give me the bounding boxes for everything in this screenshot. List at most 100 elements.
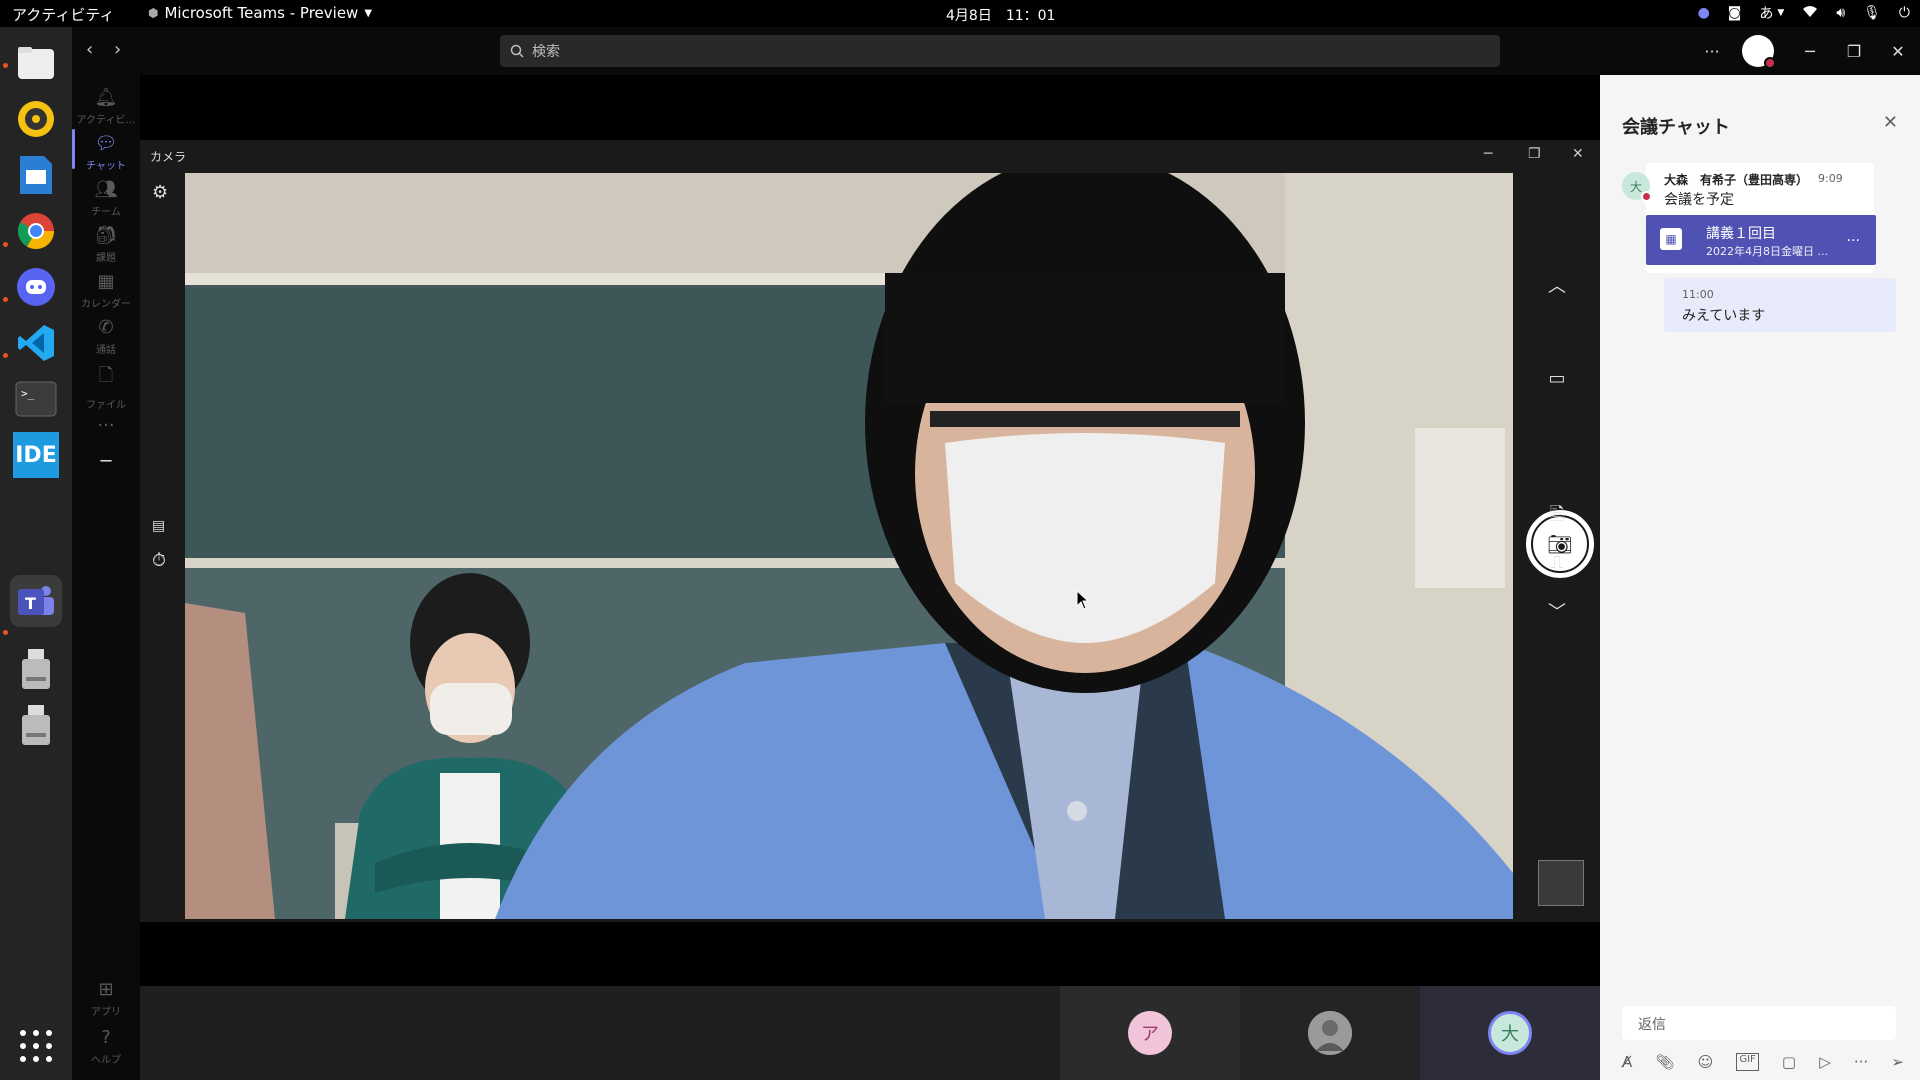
clock[interactable]: 4月8日 11：01 xyxy=(946,5,1055,25)
close-icon[interactable]: ✕ xyxy=(1876,42,1920,61)
impress-app-icon[interactable] xyxy=(10,149,62,201)
rhythmbox-app-icon[interactable] xyxy=(10,93,62,145)
rail-item-files[interactable]: 🗋︎ ファイル xyxy=(72,363,140,411)
discord-tray-icon[interactable]: ◙ xyxy=(1728,5,1742,21)
chevron-down-icon: ▼ xyxy=(1777,8,1785,18)
gear-icon[interactable]: ⚙ xyxy=(152,182,168,203)
chevron-up-icon[interactable]: ︿ xyxy=(1514,272,1600,298)
rail-item-teams[interactable]: 👥︎ チーム xyxy=(72,179,140,218)
rail-item-apps[interactable]: ⊞ アプリ xyxy=(72,979,140,1018)
rail-more-button[interactable]: ··· xyxy=(72,415,140,436)
hdr-icon[interactable]: ▤ xyxy=(152,518,165,534)
sticker-icon[interactable]: ▢ xyxy=(1782,1053,1796,1071)
participant-tile-self[interactable]: 大 xyxy=(1420,986,1600,1080)
show-applications-button[interactable] xyxy=(20,1030,52,1062)
rail-item-calls[interactable]: ✆ 通話 xyxy=(72,317,140,356)
more-options-icon[interactable]: ··· xyxy=(1854,1053,1868,1071)
search-input[interactable]: 検索 xyxy=(500,35,1500,67)
usb-drive-icon[interactable] xyxy=(10,643,62,695)
avatar[interactable] xyxy=(1742,35,1776,69)
input-method-indicator[interactable]: あ ▼ xyxy=(1759,3,1784,23)
camera-window-title: カメラ xyxy=(150,150,187,164)
back-arrow-icon[interactable]: ‹ xyxy=(86,39,93,60)
timer-icon[interactable]: ⏱ xyxy=(152,550,166,571)
file-icon: 🗋︎ xyxy=(98,365,114,386)
participant-tile[interactable]: ア xyxy=(1060,986,1240,1080)
reply-input[interactable]: 返信 xyxy=(1622,1006,1896,1040)
rail-item-activity[interactable]: 🔔︎ アクティビ… xyxy=(72,87,140,126)
vscode-app-icon[interactable] xyxy=(10,317,62,369)
teams-tray-icon[interactable]: ● xyxy=(1698,5,1710,21)
phone-icon: ✆ xyxy=(98,317,114,338)
attach-icon[interactable]: 📎︎ xyxy=(1655,1053,1674,1071)
volume-icon[interactable]: 🔊︎ xyxy=(1836,5,1845,21)
minimize-icon[interactable]: ─ xyxy=(1484,146,1492,162)
emoji-icon[interactable]: ☺ xyxy=(1698,1053,1714,1071)
message-text: みえています xyxy=(1682,308,1766,324)
terminal-app-icon[interactable]: >_ xyxy=(10,373,62,425)
intellij-idea-app-icon[interactable]: IDE xyxy=(10,429,62,481)
video-mode-icon[interactable]: ▭ xyxy=(1514,368,1600,389)
avatar-initial: ア xyxy=(1141,1024,1159,1045)
camera-controls: ︿ ▭ 📷︎ 🗎︎ ⎍ ﹀ xyxy=(1514,140,1600,922)
message-sender: 大森 有希子（豊田高専） xyxy=(1664,173,1809,187)
teams-icon: 👥︎ xyxy=(94,179,118,200)
rail-item-label: チーム xyxy=(91,207,121,218)
power-icon[interactable]: ⏻ xyxy=(1899,5,1910,21)
activities-button[interactable]: アクティビティ xyxy=(12,4,114,25)
avatar xyxy=(1308,1011,1352,1055)
avatar[interactable]: 大 xyxy=(1622,172,1652,202)
rail-item-chat[interactable]: 💬︎ チャット xyxy=(72,129,140,172)
restore-icon[interactable]: ❐ xyxy=(1832,42,1876,61)
minimize-icon[interactable]: ─ xyxy=(1788,42,1832,61)
avatar-initial: 大 xyxy=(1629,179,1642,194)
rail-item-label: ファイル xyxy=(86,400,126,411)
chevron-down-icon[interactable]: ﹀ xyxy=(1514,598,1600,624)
running-indicator xyxy=(3,242,8,247)
app-menu-label: Microsoft Teams - Preview xyxy=(164,4,359,22)
ime-label: あ xyxy=(1759,6,1774,22)
forward-arrow-icon[interactable]: › xyxy=(114,39,121,60)
more-options-icon[interactable]: ... xyxy=(1847,229,1860,245)
window-controls: ··· ─ ❐ ✕ xyxy=(1690,27,1920,75)
last-capture-thumbnail[interactable] xyxy=(1538,860,1584,906)
format-icon[interactable]: A̸ xyxy=(1622,1053,1632,1071)
close-icon[interactable]: ✕ xyxy=(1883,112,1898,133)
rail-item-label: ヘルプ xyxy=(91,1055,121,1066)
microphone-icon[interactable]: 🎙︎ xyxy=(1863,5,1881,21)
rail-item-assignments[interactable]: 🎒︎ 課題 xyxy=(72,225,140,264)
help-icon: ? xyxy=(101,1027,111,1048)
participant-tile[interactable] xyxy=(1240,986,1420,1080)
camera-preview[interactable] xyxy=(185,173,1513,919)
rail-item-help[interactable]: ? ヘルプ xyxy=(72,1027,140,1066)
search-icon xyxy=(510,44,524,58)
teams-app-icon[interactable]: T xyxy=(10,575,62,627)
rail-item-label: アプリ xyxy=(91,1007,121,1018)
meeting-card[interactable]: ▦ 講義１回目 2022年4月8日金曜日 ... ... xyxy=(1646,215,1876,265)
send-later-icon[interactable]: ▷ xyxy=(1819,1053,1831,1071)
chat-message-self[interactable]: 11:00 みえています xyxy=(1664,278,1896,332)
running-indicator xyxy=(3,297,8,302)
send-icon[interactable]: ➢ xyxy=(1891,1053,1904,1071)
wifi-icon[interactable] xyxy=(1802,4,1818,22)
running-indicator xyxy=(3,630,8,635)
meeting-chat-panel: 会議チャット ✕ 大 大森 有希子（豊田高専） 9:09 会議を予定 ▦ 講義１… xyxy=(1600,75,1920,1080)
chrome-app-icon[interactable] xyxy=(10,205,62,257)
system-top-bar: アクティビティ ⬢ Microsoft Teams - Preview ▼ 4月… xyxy=(0,0,1920,27)
more-options-icon[interactable]: ··· xyxy=(1690,42,1734,61)
chevron-down-icon: ▼ xyxy=(364,7,373,19)
rail-item-label: カレンダー xyxy=(81,299,131,310)
gif-icon[interactable]: GIF xyxy=(1736,1053,1759,1071)
rail-item-calendar[interactable]: ▦ カレンダー xyxy=(72,271,140,310)
usb-drive-icon[interactable] xyxy=(10,699,62,751)
system-tray[interactable]: ● ◙ あ ▼ 🔊︎ 🎙︎ ⏻ xyxy=(1698,3,1910,23)
apps-icon: ⊞ xyxy=(98,979,114,1000)
participant-strip: ア 大 xyxy=(140,986,1600,1080)
meeting-card-title: 講義１回目 xyxy=(1706,226,1776,242)
discord-app-icon[interactable] xyxy=(10,261,62,313)
whiteboard-mode-icon[interactable]: ⎍ xyxy=(1514,552,1600,573)
files-app-icon[interactable] xyxy=(10,37,62,89)
camera-window: カメラ ─ ❐ ✕ ⚙ ▤ ⏱ ︿ ▭ 📷︎ 🗎︎ ⎍ ﹀ xyxy=(140,140,1600,922)
app-menu[interactable]: ⬢ Microsoft Teams - Preview ▼ xyxy=(148,4,372,22)
document-mode-icon[interactable]: 🗎︎ xyxy=(1514,502,1600,532)
